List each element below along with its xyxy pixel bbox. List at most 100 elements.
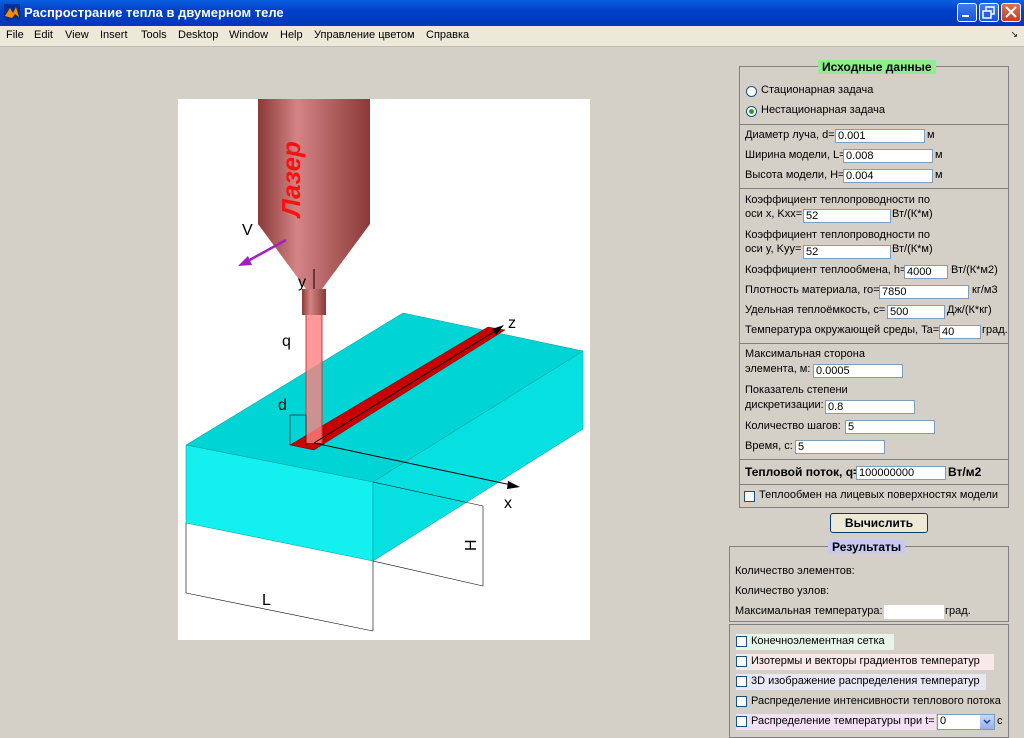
divider: [740, 343, 1008, 344]
elements-count-label: Количество элементов:: [735, 565, 855, 577]
temp-3d-label: 3D изображение распределения температур: [751, 675, 980, 687]
kxx-label-line2: оси x, Kxx=: [745, 208, 803, 220]
heat-flux-unit: Вт/м2: [948, 465, 982, 479]
label-v: V: [242, 222, 253, 239]
surface-exchange-label: Теплообмен на лицевых поверхностях модел…: [759, 489, 999, 501]
menu-view[interactable]: View: [65, 29, 89, 41]
density-unit: кг/м3: [972, 284, 998, 296]
beam-diameter-input[interactable]: 0.001: [835, 129, 925, 143]
label-z: z: [508, 315, 516, 332]
heat-exchange-input[interactable]: 4000: [904, 265, 948, 279]
isotherms-checkbox[interactable]: [736, 656, 747, 667]
max-side-input[interactable]: 0.0005: [813, 364, 903, 378]
menu-color-management[interactable]: Управление цветом: [314, 29, 415, 41]
close-button[interactable]: [1001, 3, 1021, 22]
input-data-panel: Исходные данные Стационарная задача Нест…: [739, 60, 1009, 508]
maximize-icon: [982, 6, 995, 19]
ambient-temp-label: Температура окружающей среды, Ta=: [745, 324, 940, 336]
density-input[interactable]: 7850: [879, 285, 969, 299]
model-height-input[interactable]: 0.004: [843, 169, 933, 183]
divider: [740, 188, 1008, 189]
menu-desktop[interactable]: Desktop: [178, 29, 218, 41]
menu-window[interactable]: Window: [229, 29, 268, 41]
model-height-unit: м: [935, 169, 943, 181]
kxx-input[interactable]: 52: [803, 209, 891, 223]
isotherms-label: Изотермы и векторы градиентов температур: [751, 655, 980, 667]
heat-capacity-input[interactable]: 500: [887, 305, 945, 319]
results-panel-title: Результаты: [828, 540, 906, 554]
heat-flux-label: Тепловой поток, q=: [745, 465, 861, 479]
close-icon: [1005, 6, 1017, 18]
menu-help[interactable]: Help: [280, 29, 303, 41]
max-temp-unit: град.: [945, 605, 971, 617]
beam-diameter-unit: м: [927, 129, 935, 141]
window-title: Распространие тепла в двумерном теле: [24, 5, 284, 20]
kyy-label-line1: Коэффициент теплопроводности по: [745, 229, 930, 241]
heat-flux-input[interactable]: 100000000: [856, 466, 946, 480]
kyy-label-line2: оси y, Kyy=: [745, 243, 802, 255]
time-label: Время, с:: [745, 440, 793, 452]
chevron-down-icon[interactable]: [980, 715, 994, 729]
compute-button[interactable]: Вычислить: [830, 513, 928, 533]
minimize-icon: [962, 15, 969, 17]
beam-diameter-label: Диаметр луча, d=: [745, 129, 835, 141]
menu-file[interactable]: File: [6, 29, 24, 41]
radio-nonstationary-label: Нестационарная задача: [761, 104, 885, 116]
label-l: L: [262, 592, 271, 609]
divider: [740, 459, 1008, 460]
kxx-label-line1: Коэффициент теплопроводности по: [745, 194, 930, 206]
kyy-input[interactable]: 52: [803, 245, 891, 259]
results-panel: Результаты Количество элементов: Количес…: [729, 540, 1009, 622]
label-q: q: [282, 333, 291, 350]
radio-stationary-label: Стационарная задача: [761, 84, 874, 96]
dock-arrow-icon[interactable]: ↘: [1010, 30, 1018, 40]
heat-capacity-label: Удельная теплоёмкость, c=: [745, 304, 886, 316]
model-height-label: Высота модели, H=: [745, 169, 845, 181]
time-select-value: 0: [940, 715, 947, 727]
max-side-label-line2: элемента, м:: [745, 363, 811, 375]
density-label: Плотность материала, ro=: [745, 284, 880, 296]
kxx-unit: Вт/(К*м): [892, 208, 933, 220]
max-temp-label: Максимальная температура:: [735, 605, 883, 617]
radio-stationary[interactable]: [746, 86, 757, 97]
menu-insert[interactable]: Insert: [100, 29, 128, 41]
matlab-icon: [4, 4, 20, 20]
laser-tip: [302, 289, 326, 315]
input-panel-title: Исходные данные: [818, 60, 936, 74]
menu-edit[interactable]: Edit: [34, 29, 53, 41]
heat-flux-dist-checkbox[interactable]: [736, 696, 747, 707]
laser-label: Лазер: [276, 141, 306, 219]
radio-nonstationary[interactable]: [746, 106, 757, 117]
nodes-count-label: Количество узлов:: [735, 585, 830, 597]
label-h: H: [463, 539, 480, 551]
discretization-label-line1: Показатель степени: [745, 384, 848, 396]
menu-reference[interactable]: Справка: [426, 29, 469, 41]
max-side-label-line1: Максимальная сторона: [745, 348, 865, 360]
steps-label: Количество шагов:: [745, 420, 841, 432]
model-width-label: Ширина модели, L=: [745, 149, 846, 161]
surface-exchange-checkbox[interactable]: [744, 491, 755, 502]
label-d: d: [278, 397, 287, 414]
label-x: x: [504, 495, 512, 512]
menu-tools[interactable]: Tools: [141, 29, 167, 41]
ambient-temp-unit: град.: [982, 324, 1008, 336]
temp-at-t-label: Распределение температуры при t=: [751, 715, 935, 727]
model-diagram: Лазер V y q z d x H L: [185, 99, 584, 632]
model-illustration: Лазер V y q z d x H L: [178, 99, 590, 640]
discretization-input[interactable]: 0.8: [825, 400, 915, 414]
maximize-button[interactable]: [979, 3, 999, 22]
heat-exchange-unit: Вт/(К*м2): [951, 264, 998, 276]
divider: [740, 484, 1008, 485]
laser-beam: [306, 313, 322, 443]
time-select[interactable]: 0: [937, 714, 995, 730]
model-width-input[interactable]: 0.008: [843, 149, 933, 163]
temp-at-t-checkbox[interactable]: [736, 716, 747, 727]
time-input[interactable]: 5: [795, 440, 885, 454]
minimize-button[interactable]: [957, 3, 977, 22]
heat-capacity-unit: Дж/(К*кг): [947, 304, 992, 316]
ambient-temp-input[interactable]: 40: [939, 325, 981, 339]
steps-input[interactable]: 5: [845, 420, 935, 434]
temp-3d-checkbox[interactable]: [736, 676, 747, 687]
mesh-checkbox[interactable]: [736, 636, 747, 647]
divider: [740, 124, 1008, 125]
